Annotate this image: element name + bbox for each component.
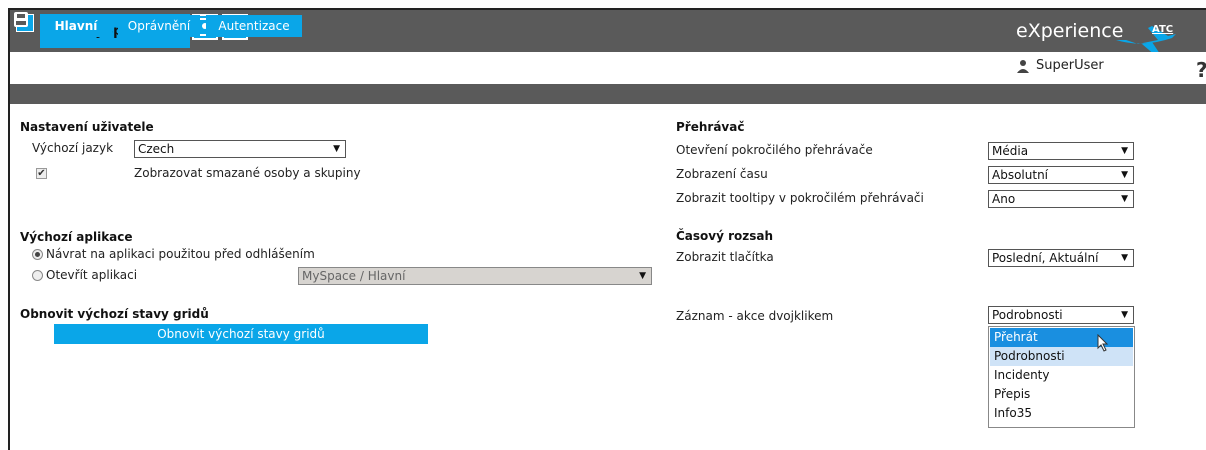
atc-logo-text: ATC — [1152, 24, 1174, 35]
return-app-label: Návrat na aplikaci použitou před odhláše… — [46, 247, 315, 261]
reset-grids-button[interactable]: Obnovit výchozí stavy gridů — [54, 324, 428, 344]
tooltips-select[interactable]: Ano ▼ — [988, 190, 1134, 208]
dblclick-select[interactable]: Podrobnosti ▼ — [988, 306, 1134, 324]
chevron-down-icon: ▼ — [1121, 194, 1128, 204]
dropdown-option[interactable]: Přehrát — [990, 328, 1133, 347]
time-display-label: Zobrazení času — [676, 167, 768, 181]
tab-opravneni[interactable]: Oprávnění — [118, 15, 200, 37]
time-display-select[interactable]: Absolutní ▼ — [988, 166, 1134, 184]
language-label: Výchozí jazyk — [32, 141, 114, 155]
save-icon[interactable] — [14, 12, 28, 27]
player-title: Přehrávač — [676, 120, 745, 134]
buttons-label: Zobrazit tlačítka — [676, 250, 774, 264]
app-select: MySpace / Hlavní ▼ — [298, 267, 652, 285]
app-window: MySpace eXperience ATC Hlavní Oprávnění … — [8, 8, 1206, 450]
buttons-select[interactable]: Poslední, Aktuální ▼ — [988, 249, 1134, 267]
user-settings-title: Nastavení uživatele — [20, 120, 154, 134]
dropdown-option[interactable]: Přepis — [990, 385, 1133, 404]
dropdown-option[interactable]: Incidenty — [990, 366, 1133, 385]
open-advanced-value: Média — [992, 144, 1029, 158]
open-advanced-select[interactable]: Média ▼ — [988, 142, 1134, 160]
mouse-cursor-icon — [1097, 334, 1109, 352]
user-icon — [1017, 59, 1029, 73]
tab-hlavni[interactable]: Hlavní — [40, 15, 112, 37]
chevron-down-icon: ▼ — [1121, 253, 1128, 263]
buttons-value: Poslední, Aktuální — [992, 251, 1099, 265]
dblclick-value: Podrobnosti — [992, 308, 1063, 322]
tooltips-value: Ano — [992, 192, 1016, 206]
chevron-down-icon: ▼ — [639, 271, 646, 281]
chevron-down-icon: ▼ — [1121, 310, 1128, 320]
dropdown-option[interactable]: Info35 — [990, 404, 1133, 423]
grids-title: Obnovit výchozí stavy gridů — [20, 307, 209, 321]
language-value: Czech — [138, 142, 175, 156]
show-deleted-checkbox[interactable]: ✔ — [36, 168, 47, 179]
chevron-down-icon: ▼ — [1121, 146, 1128, 156]
radio-return-app[interactable] — [32, 249, 43, 260]
chevron-down-icon: ▼ — [333, 144, 340, 154]
brand-title: eXperience — [1016, 20, 1124, 42]
dropdown-option[interactable]: Podrobnosti — [990, 347, 1133, 366]
dblclick-label: Záznam - akce dvojklikem — [676, 309, 834, 323]
tooltips-label: Zobrazit tooltipy v pokročilém přehrávač… — [676, 191, 924, 205]
current-user[interactable]: SuperUser — [1016, 58, 1104, 73]
tab-autentizace[interactable]: Autentizace — [206, 15, 302, 37]
toolbar — [10, 84, 1206, 104]
dblclick-dropdown-list: Přehrát Podrobnosti Incidenty Přepis Inf… — [988, 326, 1135, 428]
language-select[interactable]: Czech ▼ — [134, 140, 346, 158]
time-display-value: Absolutní — [992, 168, 1049, 182]
radio-open-app[interactable] — [32, 270, 43, 281]
chevron-down-icon: ▼ — [1121, 170, 1128, 180]
help-icon[interactable]: ? — [1196, 58, 1206, 82]
app-select-value: MySpace / Hlavní — [302, 269, 406, 283]
open-app-label: Otevřít aplikaci — [46, 268, 138, 282]
time-range-title: Časový rozsah — [676, 229, 774, 243]
show-deleted-label: Zobrazovat smazané osoby a skupiny — [134, 166, 361, 180]
user-name: SuperUser — [1036, 58, 1104, 73]
open-advanced-label: Otevření pokročilého přehrávače — [676, 143, 873, 157]
default-app-title: Výchozí aplikace — [20, 230, 133, 244]
